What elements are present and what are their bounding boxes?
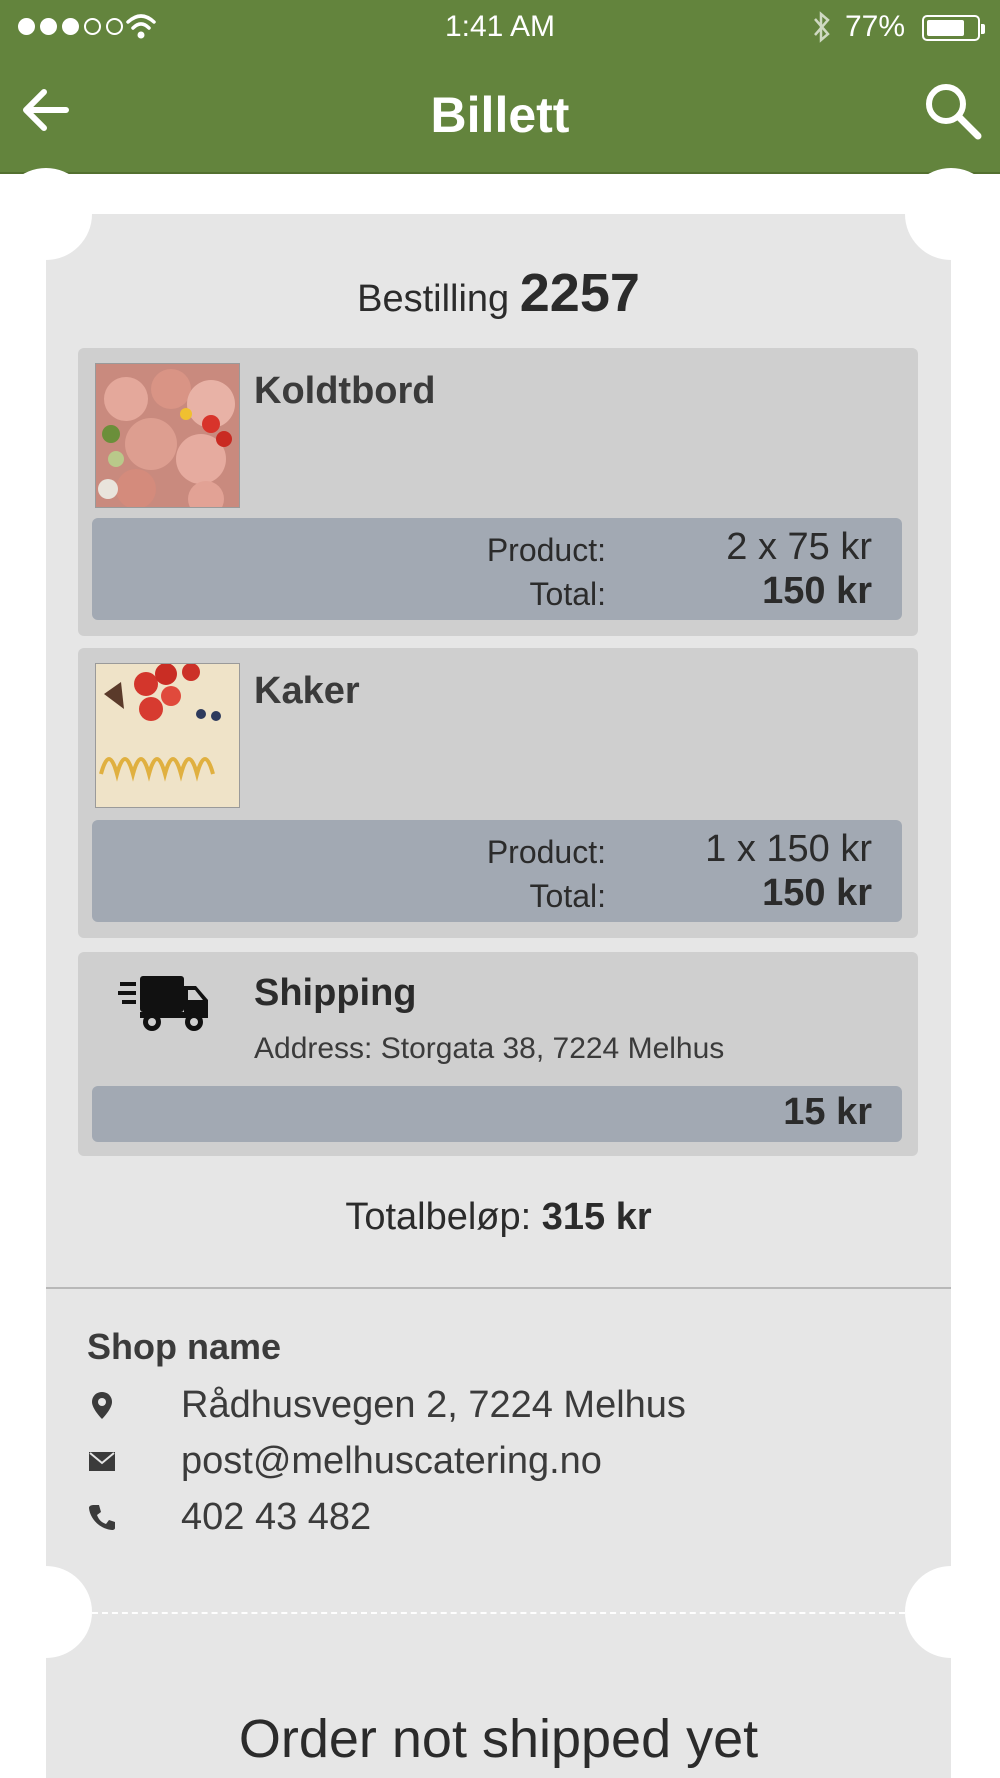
envelope-icon	[89, 1452, 115, 1471]
product-image-kaker	[95, 663, 240, 808]
item-name: Kaker	[254, 670, 360, 712]
page-title: Billett	[430, 87, 570, 143]
shop-name: Shop name	[87, 1326, 282, 1367]
divider	[46, 1287, 951, 1289]
battery-icon	[922, 15, 985, 41]
product-value: 1 x 150 kr	[705, 828, 872, 870]
total-value: 150 kr	[762, 570, 872, 612]
shipping-address: Address: Storgata 38, 7224 Melhus	[254, 1032, 725, 1065]
ticket-notch	[0, 168, 92, 260]
total-value: 150 kr	[762, 872, 872, 914]
battery-percent: 77%	[845, 10, 906, 43]
top-bar: 1:41 AM 77% Billett	[0, 0, 1000, 174]
battery-nub	[981, 24, 985, 34]
grand-total: Totalbeløp: 315 kr	[46, 1196, 951, 1239]
ticket-notch	[0, 1566, 92, 1658]
total-label: Total:	[529, 576, 606, 612]
grand-total-value: 315 kr	[541, 1196, 652, 1238]
order-item[interactable]: Koldtbord Product: 2 x 75 kr Total: 150 …	[78, 348, 918, 636]
phone-icon	[89, 1505, 115, 1530]
order-label: Bestilling	[357, 278, 510, 320]
shipping-name: Shipping	[254, 972, 417, 1014]
price-bar: Product: 1 x 150 kr Total: 150 kr	[92, 820, 902, 922]
product-value: 2 x 75 kr	[726, 526, 872, 568]
ticket-notch	[905, 168, 997, 260]
order-heading: Bestilling 2257	[46, 262, 951, 324]
order-number: 2257	[519, 263, 640, 323]
bluetooth-icon	[814, 11, 830, 43]
truck-icon	[118, 976, 208, 1031]
product-label: Product:	[486, 532, 606, 568]
shop-email[interactable]: post@melhuscatering.no	[181, 1440, 602, 1483]
shop-phone[interactable]: 402 43 482	[181, 1496, 371, 1539]
ticket-card: Bestilling 2257 Koldtbord Product: 2 x 7…	[0, 168, 997, 1778]
order-status-message: Order not shipped yet	[238, 1709, 759, 1769]
price-bar: Product: 2 x 75 kr Total: 150 kr	[92, 518, 902, 620]
total-row: Total: 150 kr	[92, 570, 902, 616]
shop-address: Rådhusvegen 2, 7224 Melhus	[181, 1384, 686, 1426]
order-item[interactable]: Kaker Product: 1 x 150 kr Total: 150 kr	[78, 648, 918, 938]
grand-total-label: Totalbeløp:	[345, 1196, 532, 1238]
battery-fill	[927, 20, 964, 36]
product-image-koldtbord	[95, 363, 240, 508]
product-row: Product: 1 x 150 kr	[92, 828, 902, 874]
shipping-price-bar: 15 kr	[92, 1086, 902, 1142]
total-row: Total: 150 kr	[92, 872, 902, 918]
search-icon[interactable]	[922, 80, 984, 142]
product-label: Product:	[486, 834, 606, 870]
item-name: Koldtbord	[254, 370, 436, 412]
shipping-item: Shipping Address: Storgata 38, 7224 Melh…	[78, 952, 918, 1156]
shipping-price: 15 kr	[783, 1091, 872, 1133]
ticket-notch	[905, 1566, 997, 1658]
total-label: Total:	[529, 878, 606, 914]
ticket-tear-line	[92, 1612, 905, 1614]
product-row: Product: 2 x 75 kr	[92, 526, 902, 572]
location-pin-icon	[92, 1392, 112, 1419]
status-bar: 1:41 AM 77%	[0, 0, 1000, 56]
